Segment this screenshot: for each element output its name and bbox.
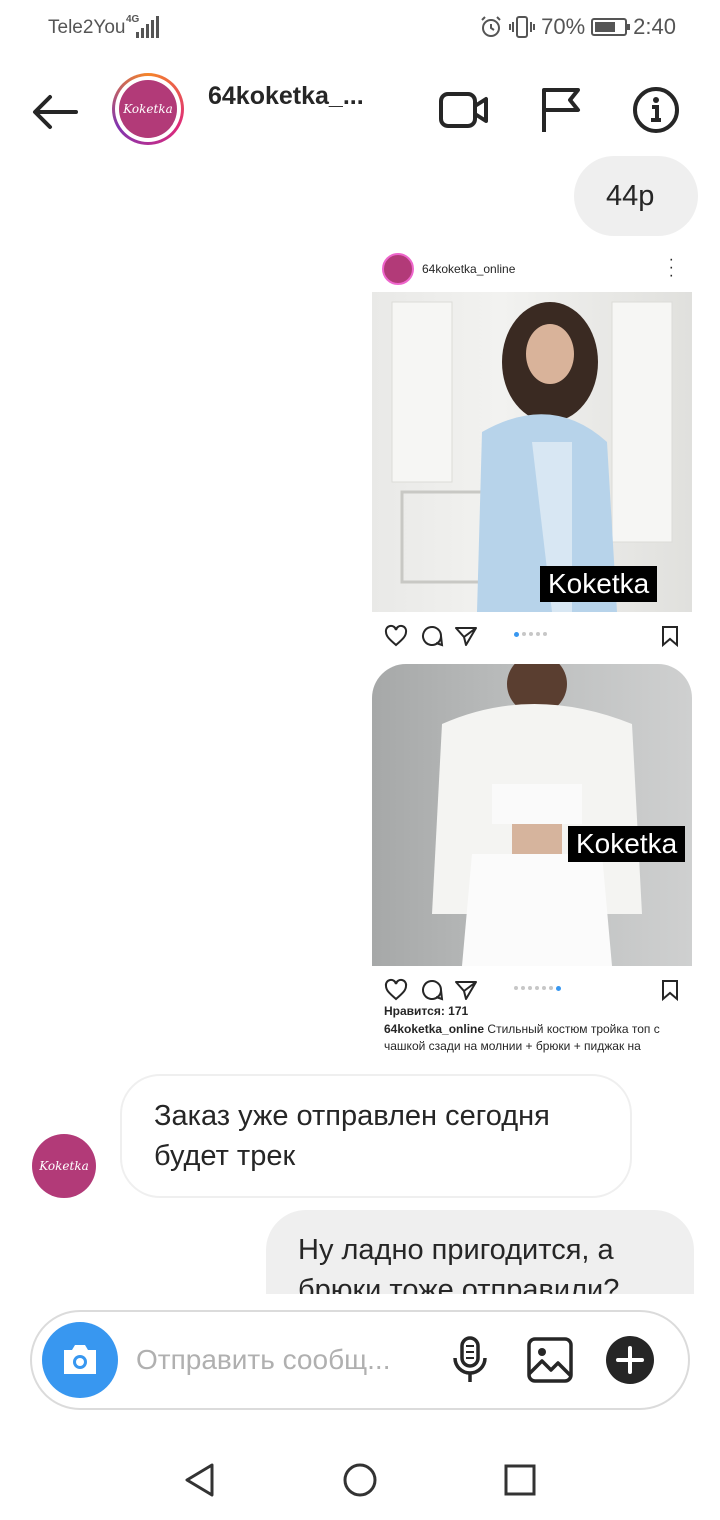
photo-watermark: Koketka [568,826,686,862]
caption-username: 64koketka_online [384,1022,485,1036]
info-icon[interactable] [630,86,682,134]
chat-header: Koketka 64koketka_... [0,60,720,160]
microphone-icon[interactable] [444,1334,496,1386]
contact-avatar-logo: Koketka [119,80,177,138]
battery-percent: 70% [541,14,586,39]
post-actions-1 [372,612,692,658]
message-composer [30,1310,690,1410]
clock: 2:40 [633,14,676,39]
bookmark-icon[interactable] [658,624,682,648]
post-photo-1[interactable]: Koketka [372,292,692,612]
nav-back-icon[interactable] [180,1460,220,1500]
message-text: будет трек [154,1140,296,1172]
message-text: Заказ уже отправлен сегодня [154,1100,550,1132]
camera-button[interactable] [42,1322,118,1398]
alarm-icon [481,16,501,37]
vibrate-icon [509,16,536,38]
signal-icon [136,16,160,38]
camera-icon [64,1345,96,1374]
message-bubble-theirs[interactable]: Заказ уже отправлен сегодня будет трек [120,1074,632,1198]
share-icon[interactable] [454,624,478,648]
flag-icon[interactable] [536,86,588,134]
message-bubble-mine[interactable]: 44р [574,156,698,236]
more-options-icon[interactable]: · · · [669,252,674,284]
message-text: Ну ладно пригодится, а [298,1234,614,1266]
image-icon[interactable] [524,1334,576,1386]
comment-icon[interactable] [420,978,444,1002]
shared-post[interactable]: 64koketka_online · · · Koketka Koketka Н… [372,246,692,1062]
carrier-name: Tele2You [48,17,126,38]
status-bar: Tele2You 4G 70% 2:40 [0,0,720,56]
post-caption: 64koketka_online Стильный костюм тройка … [384,1021,684,1055]
status-right: 70% 2:40 [479,14,676,40]
message-clip: Ну ладно пригодится, а брюки тоже отправ… [266,1210,694,1294]
heart-icon[interactable] [384,624,408,648]
contact-username[interactable]: 64koketka_... [208,82,364,111]
nav-home-icon[interactable] [340,1460,380,1500]
post-likes: Нравится: 171 [384,1004,469,1018]
sender-avatar[interactable]: Koketka [32,1134,96,1198]
contact-avatar[interactable]: Koketka [112,73,184,145]
photo-watermark: Koketka [540,566,658,602]
back-arrow-icon[interactable] [30,92,80,132]
post-header: 64koketka_online · · · [372,246,692,292]
plus-icon[interactable] [604,1334,656,1386]
nav-recents-icon[interactable] [500,1460,540,1500]
message-text: брюки тоже отправили? [298,1274,620,1294]
comment-icon[interactable] [420,624,444,648]
heart-icon[interactable] [384,978,408,1002]
message-bubble-mine[interactable]: Ну ладно пригодится, а брюки тоже отправ… [266,1210,694,1294]
post-author-username[interactable]: 64koketka_online [422,262,515,276]
message-input[interactable] [136,1338,426,1382]
carousel-dots [514,632,547,637]
photo-illustration-2 [432,664,642,966]
post-author-avatar[interactable] [382,253,414,285]
share-icon[interactable] [454,978,478,1002]
carousel-dots [514,986,561,991]
message-text: 44р [606,180,655,212]
system-nav-bar [0,1430,720,1520]
bookmark-icon[interactable] [658,978,682,1002]
post-photo-2[interactable]: Koketka [372,664,692,966]
video-camera-icon[interactable] [438,86,490,134]
battery-icon [591,18,631,36]
photo-illustration-1 [391,301,673,612]
